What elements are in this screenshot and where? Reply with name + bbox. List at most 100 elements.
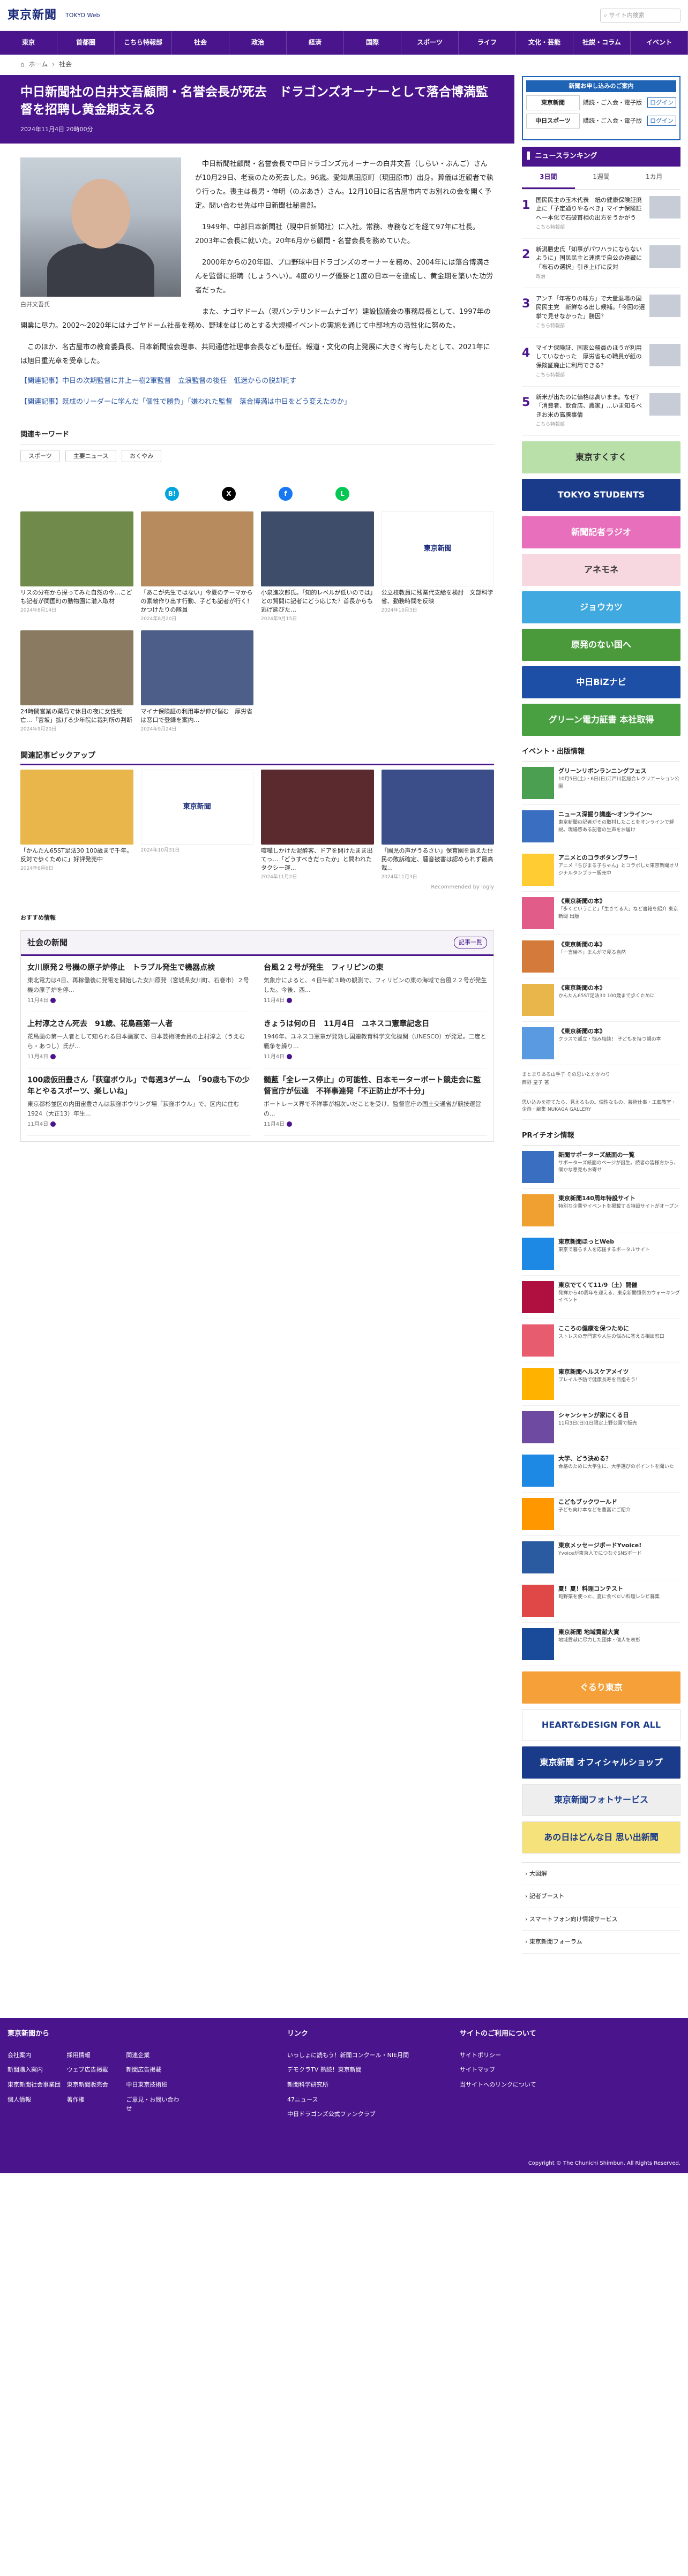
line-icon[interactable]: L [335,487,349,501]
footer-link[interactable]: 47ニュース [287,2095,460,2105]
card-thumbnail[interactable] [261,511,374,587]
login-button[interactable]: ログイン [647,97,676,108]
rank-title[interactable]: 国民民主の玉木代表 紙の健康保険証廃止に「予定通りやるべき」マイナ保険証へ一本化… [536,196,645,223]
nav-item[interactable]: 社説・コラム [573,31,631,55]
pr-title[interactable]: 東京メッセージボードYvoice! [558,1541,641,1549]
search-input[interactable]: ⌕ サイト内検索 [600,8,680,22]
footer-link[interactable]: 個人情報 [8,2095,62,2114]
event-thumbnail[interactable] [522,897,554,929]
footer-link[interactable]: 当サイトへのリンクについて [460,2080,632,2090]
x-icon[interactable]: X [222,487,236,501]
footer-link[interactable]: 新聞科学研究所 [287,2080,460,2090]
card-thumbnail[interactable] [140,511,253,587]
card-title[interactable]: 24時間営業の薬局で休日の夜に女性死亡…「宮坂」拡げる少年院に裁判所の判断 [20,707,133,725]
news-card[interactable]: 小泉進次郎氏。「知的レベルが低いのでは」との質問に記者にどう応じた？首長からも逃… [261,511,374,623]
news-title[interactable]: 台風２２号が発生 フィリピンの東 [264,962,487,974]
pr-title[interactable]: 東京新聞140周年特設サイト [558,1194,678,1202]
ranking-item[interactable]: 4 マイナ保険証、国家公務員のほうが利用していなかった 厚労省もの職員が紙の保険証… [522,337,680,387]
nav-item[interactable]: スポーツ [401,31,459,55]
event-thumbnail[interactable] [522,853,554,886]
pickup-card[interactable]: 東京新聞 2024年10月31日 [140,770,253,881]
tab-1month[interactable]: 1カ月 [627,167,680,189]
pr-title[interactable]: 東京新聞ヘルスケアメイツ [558,1368,640,1376]
pr-thumbnail[interactable] [522,1584,554,1617]
pr-thumbnail[interactable] [522,1628,554,1660]
breadcrumb-current[interactable]: 社会 [59,59,72,70]
nav-item[interactable]: 首都圏 [57,31,115,55]
pr-title[interactable]: こどもブックワールド [558,1498,631,1506]
card-title[interactable]: 「あこが先生ではない」今夏のテーマからの素敵作り出す行動、子ども記者が行く！かつ… [141,589,254,614]
hatena-icon[interactable]: B! [165,487,179,501]
facebook-icon[interactable]: f [279,487,293,501]
rank-text[interactable]: マイナ保険証、国家公務員のほうが利用していなかった 厚労省もの職員が紙の保険証廃… [536,344,645,380]
pr-item[interactable]: 東京新聞140周年特設サイト 特別な企業やイベントを掲載する特設サイトがオープン [522,1189,680,1232]
side-banner[interactable]: 原発のない国へ [522,628,680,661]
nav-item[interactable]: 東京 [0,31,57,55]
rank-title[interactable]: 新米が出たのに価格は高いまま。なぜ？「消費者、飲食店、農家」…いま知るべきお米の… [536,393,645,420]
nav-item[interactable]: 文化・芸能 [516,31,573,55]
society-more-button[interactable]: 記事一覧 [454,937,487,948]
rank-text[interactable]: アンチ「年寄りの味方」で大量退場の国民民主党 新鮮なる出し候補。「今回の選挙で見… [536,295,645,330]
rank-title[interactable]: マイナ保険証、国家公務員のほうが利用していなかった 厚労省もの職員が紙の保険証廃… [536,344,645,371]
pr-title[interactable]: シャンシャンが家にくる日 [558,1411,637,1419]
side-banner[interactable]: TOKYO STUDENTS [522,478,680,511]
footer-link[interactable]: 新聞広告掲載 [126,2065,180,2075]
rank-thumbnail[interactable] [649,393,680,416]
card-thumbnail[interactable] [140,630,253,706]
pr-thumbnail[interactable] [522,1194,554,1226]
pickup-card[interactable]: 喧嘩しかけた泥酔客、ドアを開けたまま出てっ…「どうすべきだったか」と問われたタク… [261,770,374,881]
pr-thumbnail[interactable] [522,1150,554,1183]
event-title[interactable]: アニメとのコラボタンブラー！ [558,854,680,862]
keyword-tag[interactable]: スポーツ [20,449,60,463]
pr-title[interactable]: 夏！夏！料理コンテスト [558,1585,660,1593]
event-title[interactable]: グリーンリボンランニングフェス [558,767,680,775]
event-title[interactable]: ニュース深掘り講座〜オンライン〜 [558,810,680,818]
article-photo[interactable] [20,157,181,297]
footer-link[interactable]: ご意見・お問い合わせ [126,2095,180,2114]
nav-item[interactable]: 社会 [172,31,229,55]
nav-item[interactable]: 国際 [344,31,401,55]
pr-thumbnail[interactable] [522,1281,554,1313]
card-thumbnail[interactable] [20,511,133,587]
pr-item[interactable]: シャンシャンが家にくる日 11月3日(日)1日限定上野公園で販売 [522,1406,680,1449]
news-title[interactable]: 女川原発２号機の原子炉停止 トラブル発生で機器点検 [27,962,251,974]
pr-item[interactable]: 新聞サポーターズ紙面の一覧 サポーターズ紙面のページが誕生。読者の皆様方から、個か… [522,1146,680,1189]
side-link[interactable]: › 東京新聞フォーラム [522,1931,680,1954]
footer-link[interactable]: サイトポリシー [460,2051,632,2060]
footer-link[interactable]: 著作権 [67,2095,121,2114]
pr-thumbnail[interactable] [522,1324,554,1357]
event-thumbnail[interactable] [522,983,554,1016]
side-banner[interactable]: アネモネ [522,553,680,586]
pickup-thumbnail[interactable] [381,770,494,845]
side-link[interactable]: › 記者ブースト [522,1885,680,1908]
news-item[interactable]: 100歳仮田豊さん「荻窪ボウル」で毎週3ゲーム 「90歳も下の少年とやるスポーツ… [27,1068,251,1136]
pickup-title[interactable]: 「かんたん65ST足法30 100歳まで千年。反対で歩くために」好評発売中 [20,847,133,864]
pr-thumbnail[interactable] [522,1237,554,1270]
ranking-item[interactable]: 3 アンチ「年寄りの味方」で大量退場の国民民主党 新鮮なる出し候補。「今回の選挙で… [522,288,680,337]
event-item[interactable]: 《東京新聞の本》 クラスで孤立・悩み相談！ 子どもを持つ親の本 [522,1022,680,1065]
footer-link[interactable]: 中日ドラゴンズ公式ファンクラブ [287,2110,460,2119]
card-title[interactable]: マイナ保険証の利用率が伸び悩む 厚労省は窓口で登録を案内… [141,707,254,725]
nav-item[interactable]: 政治 [229,31,287,55]
news-title[interactable]: 髄藍「全レース停止」の可能性、日本モーターボート競走会に監督官庁が伝達 不祥事連… [264,1075,487,1097]
side-banner[interactable]: ぐるり東京 [522,1671,680,1704]
keyword-tag[interactable]: 主要ニュース [65,449,117,463]
footer-link[interactable]: 東京新聞社会事業団 [8,2080,62,2090]
rank-text[interactable]: 新潟勝史氏「知事がパワハラにならないように」国民民主と連携で自公の遠藏に「布石の… [536,245,645,281]
news-item[interactable]: 髄藍「全レース停止」の可能性、日本モーターボート競走会に監督官庁が伝達 不祥事連… [264,1068,487,1136]
rank-text[interactable]: 国民民主の玉木代表 紙の健康保険証廃止に「予定通りやるべき」マイナ保険証へ一本化… [536,196,645,232]
footer-link[interactable]: 関連企業 [126,2051,180,2060]
recommend-credit[interactable]: Recommended by logly [20,883,494,892]
rank-thumbnail[interactable] [649,245,680,268]
pr-item[interactable]: 東京メッセージボードYvoice! Yvoiceが東京人でにつなぐSNSボード [522,1536,680,1579]
pr-item[interactable]: こどもブックワールド 子ども向け本などを豊富にご紹介 [522,1493,680,1536]
footer-link[interactable]: ウェブ広告掲載 [67,2065,121,2075]
event-title[interactable]: 《東京新聞の本》 [558,984,655,992]
breadcrumb-home[interactable]: ホーム [29,59,48,70]
side-banner[interactable]: 東京すくすく [522,441,680,473]
pr-title[interactable]: こころの健康を保つために [558,1324,664,1332]
card-title[interactable]: リスの分布から探ってみた自然の今…こども記者が関国町の動物園に潜入取材 [20,589,133,606]
event-item[interactable]: ニュース深掘り講座〜オンライン〜 東京新聞の記者がその取材したことをオンラインで解… [522,805,680,848]
pr-item[interactable]: 夏！夏！料理コンテスト 旬野菜を使った、夏に食べたい料理レシピ募集 [522,1579,680,1623]
side-banner[interactable]: 中日BiZナビ [522,666,680,698]
